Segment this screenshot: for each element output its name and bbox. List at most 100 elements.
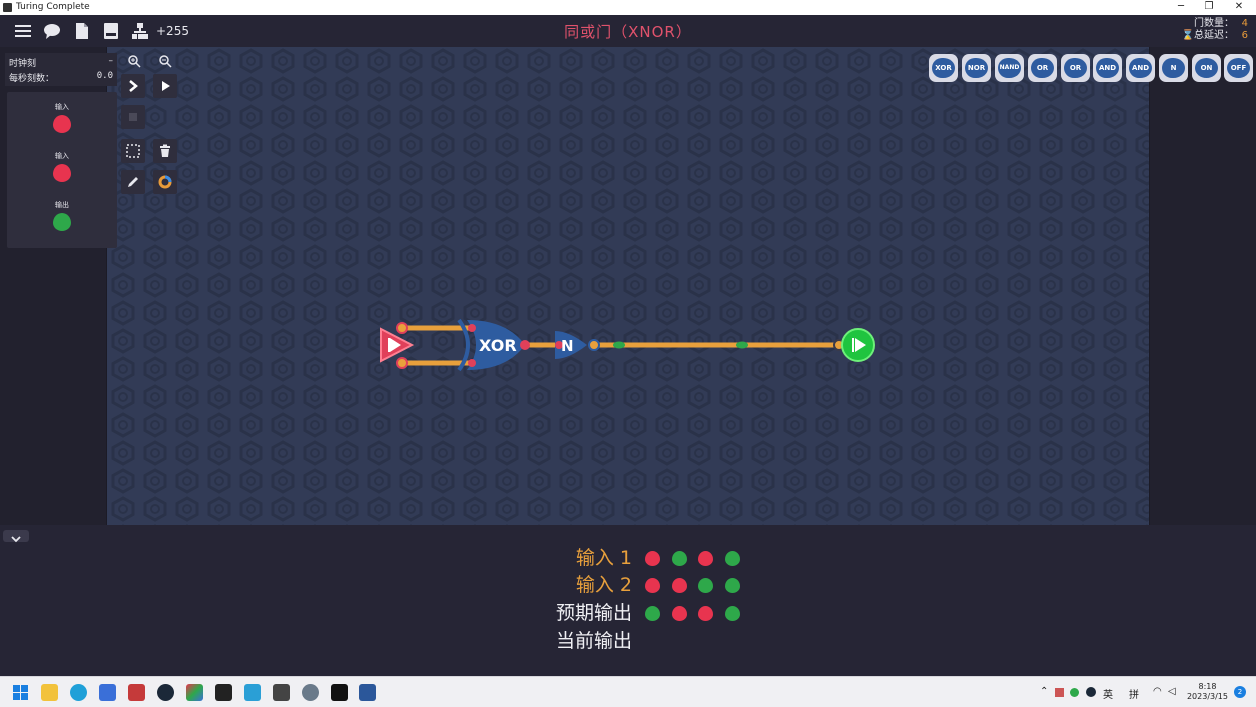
palette-gate-and-2[interactable]: AND bbox=[1126, 54, 1155, 82]
delete-button[interactable] bbox=[153, 139, 177, 163]
color-wheel-icon bbox=[158, 175, 172, 189]
io-item-input-1[interactable]: 输入 bbox=[7, 102, 117, 133]
zoom-out-icon bbox=[159, 55, 172, 68]
app-icon bbox=[3, 3, 12, 12]
tray-chevron-up-icon[interactable]: ⌃ bbox=[1040, 686, 1048, 697]
truth-table-cell bbox=[724, 551, 740, 566]
truth-table-cell bbox=[724, 578, 740, 593]
input-indicator[interactable] bbox=[53, 115, 71, 133]
tray-clock[interactable]: 8:18 2023/3/15 bbox=[1187, 682, 1228, 702]
wire-node[interactable] bbox=[396, 357, 408, 369]
circuit-canvas[interactable]: XOR N bbox=[106, 47, 1150, 525]
palette-gate-off[interactable]: OFF bbox=[1224, 54, 1253, 82]
io-panel: 输入 输入 输出 bbox=[7, 92, 117, 248]
tray-date: 2023/3/15 bbox=[1186, 692, 1228, 701]
play-button[interactable] bbox=[153, 74, 177, 98]
app-triangle-icon[interactable] bbox=[186, 684, 203, 701]
xor-gate[interactable]: XOR bbox=[457, 318, 530, 372]
tps-value[interactable]: 0.0 bbox=[97, 71, 113, 81]
truth-table-cell bbox=[671, 551, 687, 566]
not-gate-label: N bbox=[561, 337, 574, 355]
tray-ime[interactable]: 拼 bbox=[1129, 686, 1139, 701]
palette-gate-xor[interactable]: XOR bbox=[929, 54, 958, 82]
close-button[interactable]: ✕ bbox=[1225, 0, 1253, 15]
not-gate[interactable]: N bbox=[555, 331, 600, 359]
tray-steam-icon[interactable] bbox=[1086, 687, 1096, 697]
wifi-icon[interactable]: ◠ bbox=[1153, 686, 1162, 697]
edge-browser-icon[interactable] bbox=[70, 684, 87, 701]
windows-start-icon[interactable] bbox=[12, 684, 29, 701]
truth-table-row-label: 输入 2 bbox=[575, 574, 632, 596]
step-button[interactable] bbox=[121, 74, 145, 98]
pencil-icon bbox=[128, 177, 138, 187]
word-icon[interactable] bbox=[359, 684, 376, 701]
store-icon[interactable] bbox=[99, 684, 116, 701]
app-window: Turing Complete ─ ❐ ✕ +255 同或门（XNOR） 门数量… bbox=[0, 0, 1256, 707]
wire-node[interactable] bbox=[396, 322, 408, 334]
steam-icon[interactable] bbox=[157, 684, 174, 701]
zoom-out-button[interactable] bbox=[153, 49, 177, 73]
gate-count-label: 门数量： bbox=[1194, 18, 1234, 29]
palette-gate-nand[interactable]: NAND bbox=[995, 54, 1024, 82]
circuit-layer: XOR N bbox=[380, 318, 875, 372]
tps-label: 每秒刻数： bbox=[9, 74, 55, 84]
truth-table-cell bbox=[698, 606, 713, 621]
input-indicator[interactable] bbox=[53, 164, 71, 182]
level-stats: 门数量： 4 ⌛总延迟： 6 bbox=[1138, 18, 1248, 42]
volume-icon[interactable]: ◁ bbox=[1168, 686, 1176, 697]
turing-complete-icon[interactable] bbox=[128, 684, 145, 701]
total-delay-label: 总延迟： bbox=[1194, 30, 1234, 41]
truth-table-cell bbox=[724, 606, 740, 621]
tray-time: 8:18 bbox=[1198, 682, 1217, 691]
tray-green-icon[interactable] bbox=[1070, 688, 1079, 697]
truth-table-row-label: 当前输出 bbox=[555, 630, 632, 652]
notepad-icon[interactable] bbox=[244, 684, 261, 701]
truth-table-cell bbox=[671, 578, 687, 593]
io-item-output[interactable]: 输出 bbox=[7, 200, 117, 231]
truth-table-cell bbox=[698, 551, 713, 566]
7zip-icon[interactable] bbox=[273, 684, 290, 701]
tray-language[interactable]: 英 bbox=[1103, 686, 1113, 701]
select-button[interactable] bbox=[121, 139, 145, 163]
terminal-icon[interactable] bbox=[215, 684, 232, 701]
tray-app-icon[interactable] bbox=[1055, 688, 1064, 697]
tps-row: 每秒刻数： 0.0 bbox=[9, 71, 113, 84]
notification-badge[interactable]: 2 bbox=[1234, 686, 1246, 698]
output-indicator[interactable] bbox=[53, 213, 71, 231]
file-explorer-icon[interactable] bbox=[41, 684, 58, 701]
restore-button[interactable]: ❐ bbox=[1195, 0, 1223, 15]
level-title: 同或门（XNOR） bbox=[564, 23, 692, 41]
truth-table-cell bbox=[645, 578, 660, 593]
pencil-button[interactable] bbox=[121, 170, 145, 194]
palette-gate-or[interactable]: OR bbox=[1028, 54, 1057, 82]
palette-gate-or-2[interactable]: OR bbox=[1061, 54, 1090, 82]
input-pin[interactable] bbox=[380, 327, 415, 363]
palette-gate-and[interactable]: AND bbox=[1093, 54, 1122, 82]
game-window-icon[interactable] bbox=[331, 684, 348, 701]
clock-tick-row: 时钟刻 – bbox=[9, 56, 113, 69]
color-wheel-button[interactable] bbox=[153, 170, 177, 194]
truth-table-row-label: 预期输出 bbox=[555, 602, 632, 624]
palette-gate-nor[interactable]: NOR bbox=[962, 54, 991, 82]
wire-not-to-output[interactable] bbox=[593, 341, 839, 349]
hourglass-icon: ⌛ bbox=[1181, 30, 1194, 41]
total-delay-row: ⌛总延迟： 6 bbox=[1138, 30, 1248, 42]
stop-button[interactable] bbox=[121, 105, 145, 129]
io-item-input-2[interactable]: 输入 bbox=[7, 151, 117, 182]
palette-gate-on[interactable]: ON bbox=[1192, 54, 1221, 82]
minimize-button[interactable]: ─ bbox=[1167, 0, 1195, 15]
delete-icon bbox=[160, 144, 170, 157]
palette-gate-not[interactable]: N bbox=[1159, 54, 1188, 82]
zoom-in-icon bbox=[128, 55, 141, 68]
gate-count-row: 门数量： 4 bbox=[1138, 18, 1248, 30]
output-pin[interactable] bbox=[841, 328, 875, 362]
window-title: Turing Complete bbox=[16, 2, 90, 12]
gate-count-value: 4 bbox=[1241, 18, 1248, 29]
zoom-in-button[interactable] bbox=[122, 49, 146, 73]
clock-tick-value: – bbox=[108, 56, 114, 66]
right-sidebar bbox=[1150, 47, 1256, 525]
collapse-panel-button[interactable] bbox=[3, 530, 29, 543]
clock-tick-label: 时钟刻 bbox=[9, 59, 37, 69]
select-icon bbox=[126, 144, 140, 158]
settings-icon[interactable] bbox=[302, 684, 319, 701]
